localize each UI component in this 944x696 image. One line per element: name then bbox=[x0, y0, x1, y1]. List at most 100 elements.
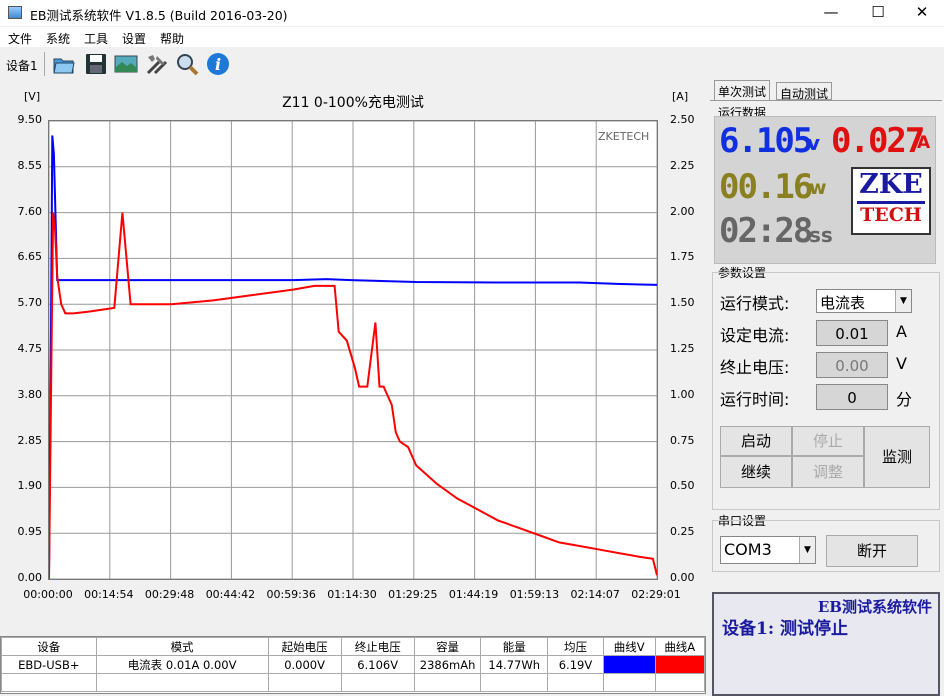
time-unit: ss bbox=[809, 223, 833, 247]
device-tab[interactable]: 设备1 bbox=[6, 57, 38, 74]
y-left-tick-label: 8.55 bbox=[17, 158, 43, 172]
curve-a-color-swatch[interactable] bbox=[654, 655, 706, 674]
cell-mode: 电流表 0.01A 0.00V bbox=[95, 655, 269, 674]
menu-system[interactable]: 系统 bbox=[46, 30, 70, 47]
run-data-display: 6.105 v 0.027 A 00.16 w 02:28 ss ZKE TEC… bbox=[714, 116, 936, 264]
cutoff-voltage-label: 终止电压: bbox=[720, 358, 790, 377]
y-left-tick-label: 3.80 bbox=[17, 387, 43, 401]
power-readout: 00.16 bbox=[719, 167, 813, 207]
cutoff-voltage-input[interactable]: 0.00 bbox=[816, 352, 888, 378]
col-energy: 能量 bbox=[480, 637, 549, 656]
close-button[interactable]: ✕ bbox=[899, 0, 944, 26]
curve-v-color-swatch[interactable] bbox=[602, 655, 656, 674]
disconnect-button[interactable]: 断开 bbox=[826, 535, 918, 567]
mode-label: 运行模式: bbox=[720, 294, 790, 313]
x-tick-label: 00:00:00 bbox=[23, 588, 73, 601]
cell-energy: 14.77Wh bbox=[480, 655, 549, 674]
chart-watermark: ZKETECH bbox=[598, 130, 650, 143]
mode-select[interactable]: 电流表 ▼ bbox=[816, 289, 912, 313]
x-tick-label: 01:14:30 bbox=[327, 588, 377, 601]
y-right-tick-label: 0.50 bbox=[670, 479, 695, 493]
chart-panel: [V] [A] Z11 0-100%充电测试 ZKETECH 9.50 8.55 7… bbox=[2, 82, 706, 634]
tools-icon[interactable] bbox=[145, 52, 169, 76]
menu-file[interactable]: 文件 bbox=[8, 30, 32, 47]
col-device: 设备 bbox=[1, 637, 97, 656]
power-unit: w bbox=[809, 177, 827, 199]
zketech-logo: ZKE TECH bbox=[851, 167, 931, 235]
table-row[interactable]: EBD-USB+ 电流表 0.01A 0.00V 0.000V 6.106V 2… bbox=[1, 655, 706, 674]
image-icon[interactable] bbox=[114, 52, 138, 76]
x-tick-label: 01:44:19 bbox=[448, 588, 499, 601]
maximize-button[interactable]: ☐ bbox=[855, 0, 901, 26]
info-icon[interactable]: i bbox=[206, 52, 230, 76]
com-port-select[interactable]: COM3 ▼ bbox=[720, 536, 816, 564]
y-left-unit: [V] bbox=[24, 90, 41, 103]
x-tick-label: 01:59:13 bbox=[509, 588, 560, 601]
menu-tools[interactable]: 工具 bbox=[84, 30, 108, 47]
menu-bar: 文件 系统 工具 设置 帮助 bbox=[0, 27, 944, 47]
cell-avg-voltage: 6.19V bbox=[547, 655, 604, 674]
set-current-input[interactable]: 0.01 bbox=[816, 320, 888, 346]
com-port-value: COM3 bbox=[724, 540, 772, 559]
col-avg-voltage: 均压 bbox=[547, 637, 604, 656]
col-mode: 模式 bbox=[95, 637, 269, 656]
chart-title: Z11 0-100%充电测试 bbox=[282, 95, 424, 111]
cell-capacity: 2386mAh bbox=[413, 655, 482, 674]
y-right-tick-label: 2.25 bbox=[670, 158, 695, 172]
y-left-tick-label: 9.50 bbox=[17, 113, 43, 126]
tab-single-test[interactable]: 单次测试 bbox=[714, 80, 771, 100]
col-capacity: 容量 bbox=[413, 637, 482, 656]
y-right-tick-label: 1.75 bbox=[670, 250, 695, 264]
app-icon bbox=[8, 6, 22, 19]
menu-help[interactable]: 帮助 bbox=[160, 30, 184, 47]
chevron-down-icon: ▼ bbox=[895, 290, 911, 312]
status-text: 设备1: 测试停止 bbox=[722, 619, 849, 639]
save-icon[interactable] bbox=[84, 52, 108, 76]
y-right-tick-label: 0.25 bbox=[670, 525, 695, 539]
adjust-button[interactable]: 调整 bbox=[792, 456, 864, 488]
x-tick-label: 02:29:01 bbox=[631, 588, 681, 601]
table-header-row: 设备 模式 起始电压 终止电压 容量 能量 均压 曲线V 曲线A bbox=[1, 637, 706, 656]
col-curve-v: 曲线V bbox=[602, 637, 656, 656]
runtime-input[interactable]: 0 bbox=[816, 384, 888, 410]
y-right-tick-label: 2.50 bbox=[670, 113, 695, 126]
x-tick-label: 01:29:25 bbox=[388, 588, 438, 601]
open-folder-icon[interactable] bbox=[52, 52, 76, 76]
title-bar: EB测试系统软件 V1.8.5 (Build 2016-03-20) — ☐ ✕ bbox=[0, 0, 944, 26]
col-curve-a: 曲线A bbox=[654, 637, 706, 656]
x-tick-label: 00:44:42 bbox=[205, 588, 256, 601]
y-right-tick-label: 2.00 bbox=[670, 204, 695, 218]
y-right-tick-label: 1.00 bbox=[670, 387, 695, 401]
toolbar-divider bbox=[44, 52, 45, 76]
y-left-tick-label: 7.60 bbox=[17, 204, 43, 218]
stop-button[interactable]: 停止 bbox=[792, 426, 864, 456]
voltage-unit: v bbox=[807, 131, 821, 155]
tab-divider bbox=[710, 100, 942, 101]
y-right-tick-label: 0.00 bbox=[670, 571, 695, 584]
y-left-tick-label: 0.95 bbox=[17, 525, 43, 539]
summary-table: 设备 模式 起始电压 终止电压 容量 能量 均压 曲线V 曲线A EBD-USB… bbox=[0, 636, 706, 694]
y-right-tick-label: 1.25 bbox=[670, 342, 695, 355]
chevron-down-icon: ▼ bbox=[799, 537, 815, 563]
monitor-button[interactable]: 监测 bbox=[864, 426, 930, 488]
start-button[interactable]: 启动 bbox=[720, 426, 792, 456]
minimize-button[interactable]: — bbox=[808, 0, 854, 26]
x-tick-label: 02:14:07 bbox=[570, 588, 620, 601]
y-left-tick-label: 2.85 bbox=[17, 433, 43, 447]
voltage-readout: 6.105 bbox=[719, 121, 813, 161]
continue-button[interactable]: 继续 bbox=[720, 456, 792, 488]
x-tick-label: 00:59:36 bbox=[266, 588, 316, 601]
y-right-unit: [A] bbox=[672, 90, 689, 103]
search-icon[interactable] bbox=[175, 52, 199, 76]
set-current-unit: A bbox=[896, 322, 907, 341]
time-readout: 02:28 bbox=[719, 211, 813, 251]
status-panel: EB测试系统软件 设备1: 测试停止 bbox=[712, 592, 940, 696]
tab-auto-test[interactable]: 自动测试 bbox=[776, 82, 833, 101]
cell-start-voltage: 0.000V bbox=[267, 655, 342, 674]
y-left-tick-label: 0.00 bbox=[17, 571, 43, 584]
toolbar: 设备1 i bbox=[0, 48, 944, 80]
menu-settings[interactable]: 设置 bbox=[122, 30, 146, 47]
y-right-tick-label: 1.50 bbox=[670, 296, 695, 310]
y-left-tick-label: 5.70 bbox=[17, 296, 43, 310]
mode-value: 电流表 bbox=[820, 294, 866, 312]
